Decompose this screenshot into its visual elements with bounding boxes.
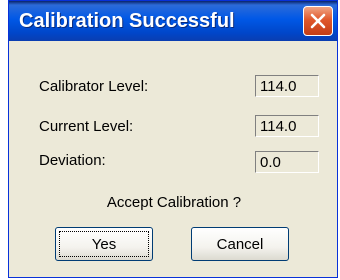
yes-button-label: Yes — [59, 231, 149, 257]
close-icon — [310, 13, 326, 29]
yes-button[interactable]: Yes — [55, 227, 153, 261]
current-level-value: 114.0 — [255, 115, 319, 137]
deviation-value: 0.0 — [255, 151, 319, 173]
cancel-button[interactable]: Cancel — [191, 227, 289, 261]
title-bar[interactable]: Calibration Successful — [9, 1, 337, 41]
calibrator-level-value: 114.0 — [255, 75, 319, 97]
close-button[interactable] — [303, 6, 333, 36]
window-title: Calibration Successful — [19, 10, 235, 32]
current-level-label: Current Level: — [39, 118, 134, 135]
deviation-label: Deviation: — [39, 152, 106, 169]
calibration-dialog: Calibration Successful Calibrator Level:… — [8, 0, 338, 278]
accept-calibration-prompt: Accept Calibration ? — [106, 194, 242, 211]
calibrator-level-label: Calibrator Level: — [39, 78, 149, 95]
